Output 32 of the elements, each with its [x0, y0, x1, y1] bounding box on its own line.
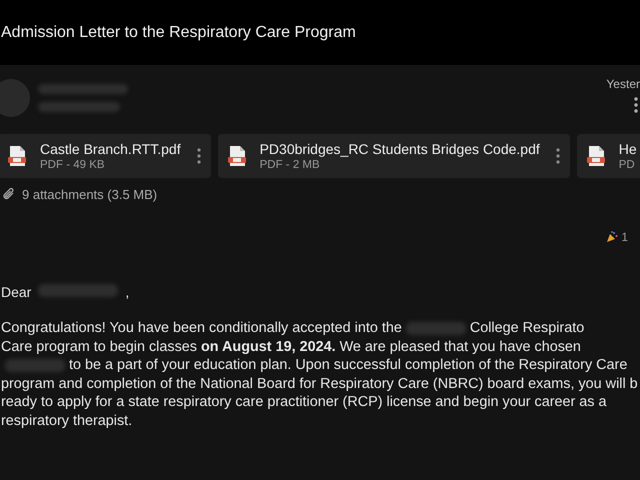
attachment-name: PD30bridges_RC Students Bridges Code.pdf — [260, 141, 540, 157]
greeting-comma: , — [125, 284, 130, 300]
attachment-count: 9 attachments (3.5 MB) — [22, 187, 158, 202]
pdf-file-icon — [228, 146, 246, 166]
attachment-card[interactable]: PD30bridges_RC Students Bridges Code.pdf PDF - 2 MB — [218, 134, 570, 178]
reaction-chip[interactable]: 1 — [606, 230, 628, 244]
body-text: to be a part of your education plan. Upon successful completion of the Respiratory Care — [69, 357, 628, 373]
greeting-text: Dear — [1, 284, 32, 300]
attachment-card[interactable]: Castle Branch.RTT.pdf PDF - 49 KB — [0, 134, 211, 178]
email-subject: Admission Letter to the Respiratory Care Program — [1, 24, 356, 42]
body-text: ready to apply for a state respiratory care practitioner (RCP) license and begin your career as a — [1, 394, 606, 410]
more-options-icon[interactable] — [196, 148, 201, 164]
body-text: College Respirato — [470, 320, 584, 336]
paperclip-icon — [3, 188, 15, 201]
attachment-size: PDF - 2 MB — [260, 159, 321, 171]
pdf-file-icon — [8, 146, 26, 166]
more-options-icon[interactable] — [556, 148, 560, 164]
more-options-icon[interactable] — [634, 97, 638, 113]
body-text: respiratory therapist. — [1, 412, 132, 428]
body-text: Congratulations! You have been conditionally accepted into the — [1, 320, 402, 336]
redaction-block — [406, 322, 466, 335]
message-date: Yester — [606, 77, 640, 91]
attachment-size: PDF - 49 KB — [40, 159, 106, 171]
attachment-size: PD — [618, 159, 636, 171]
redaction-block — [5, 358, 65, 372]
party-popper-icon — [606, 231, 618, 243]
attachment-name: He — [618, 141, 637, 157]
attachment-card[interactable]: He PD — [576, 134, 640, 178]
body-text: Care program to begin classes on August 19, 2024. We are pleased that you have chosen — [1, 338, 581, 354]
pdf-file-icon — [586, 146, 605, 166]
attachment-name: Castle Branch.RTT.pdf — [40, 141, 181, 157]
body-text: program and completion of the National Board for Respiratory Care (NBRC) board exams, you will b — [1, 376, 638, 392]
